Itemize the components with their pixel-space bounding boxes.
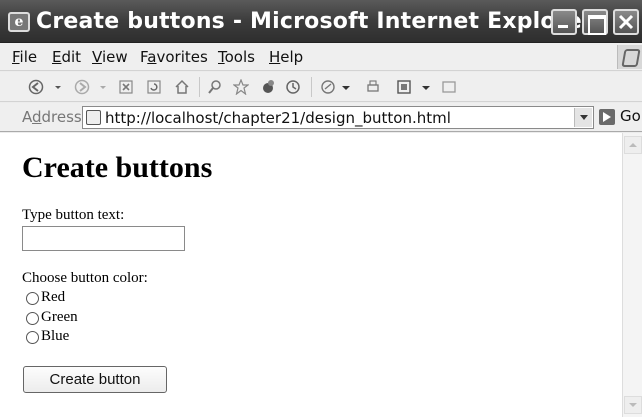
radio-label-red: Red (41, 289, 66, 305)
create-button[interactable]: Create button (23, 366, 167, 393)
home-icon[interactable] (174, 79, 190, 95)
title-bar: e Create buttons - Microsoft Internet Ex… (0, 0, 642, 43)
favorites-icon[interactable] (233, 79, 249, 95)
windows-logo-icon (617, 45, 642, 69)
back-icon[interactable] (28, 79, 44, 95)
stop-icon[interactable] (118, 79, 134, 95)
menu-file[interactable]: File (12, 48, 37, 66)
close-icon (618, 14, 634, 30)
go-button[interactable]: Go (597, 107, 642, 129)
page-icon (86, 110, 101, 125)
forward-dropdown-icon[interactable] (95, 79, 111, 95)
search-icon[interactable] (207, 79, 223, 95)
menu-help[interactable]: Help (269, 48, 303, 66)
address-input[interactable]: http://localhost/chapter21/design_button… (82, 106, 594, 129)
edit-dropdown-icon[interactable] (418, 79, 434, 95)
toolbar-separator (311, 77, 312, 97)
minimize-button[interactable] (551, 9, 577, 35)
radio-label-blue: Blue (41, 328, 70, 344)
address-label: Address (22, 108, 82, 126)
edit-icon[interactable] (396, 79, 412, 95)
history-icon[interactable] (285, 79, 301, 95)
browser-window: e Create buttons - Microsoft Internet Ex… (0, 0, 642, 417)
radio-circle-icon[interactable] (26, 292, 39, 305)
vertical-scrollbar[interactable] (622, 133, 642, 417)
address-url: http://localhost/chapter21/design_button… (105, 109, 451, 127)
button-text-input[interactable] (22, 226, 185, 251)
ie-page-icon: e (8, 12, 30, 32)
forward-icon[interactable] (74, 79, 90, 95)
mail-icon[interactable] (320, 79, 336, 95)
button-text-label: Type button text: (22, 207, 125, 223)
radio-label-green: Green (41, 309, 78, 325)
media-icon[interactable] (260, 79, 276, 95)
standard-toolbar (0, 72, 642, 102)
menu-view[interactable]: View (92, 48, 128, 66)
menu-favorites[interactable]: Favorites (140, 48, 208, 66)
go-label: Go (620, 107, 641, 125)
scroll-up-icon[interactable] (624, 136, 642, 154)
close-button[interactable] (613, 9, 639, 35)
go-arrow-icon (599, 109, 615, 125)
maximize-button[interactable] (582, 9, 608, 35)
refresh-icon[interactable] (146, 79, 162, 95)
page-content: Create buttons Type button text: Choose … (0, 133, 622, 417)
address-bar: Address http://localhost/chapter21/desig… (0, 103, 642, 132)
radio-circle-icon[interactable] (26, 312, 39, 325)
radio-circle-icon[interactable] (26, 331, 39, 344)
print-icon[interactable] (365, 79, 381, 95)
window-title: Create buttons - Microsoft Internet Expl… (36, 9, 593, 34)
button-color-label: Choose button color: (22, 270, 148, 286)
mail-dropdown-icon[interactable] (338, 79, 354, 95)
page-heading: Create buttons (22, 151, 213, 184)
back-dropdown-icon[interactable] (50, 79, 66, 95)
menu-tools[interactable]: Tools (218, 48, 255, 66)
menu-edit[interactable]: Edit (52, 48, 81, 66)
scroll-down-icon[interactable] (624, 396, 642, 414)
toolbar-separator (199, 77, 200, 97)
menu-bar: File Edit View Favorites Tools Help (0, 43, 642, 71)
address-dropdown-icon[interactable] (574, 108, 592, 127)
discuss-icon[interactable] (441, 79, 457, 95)
